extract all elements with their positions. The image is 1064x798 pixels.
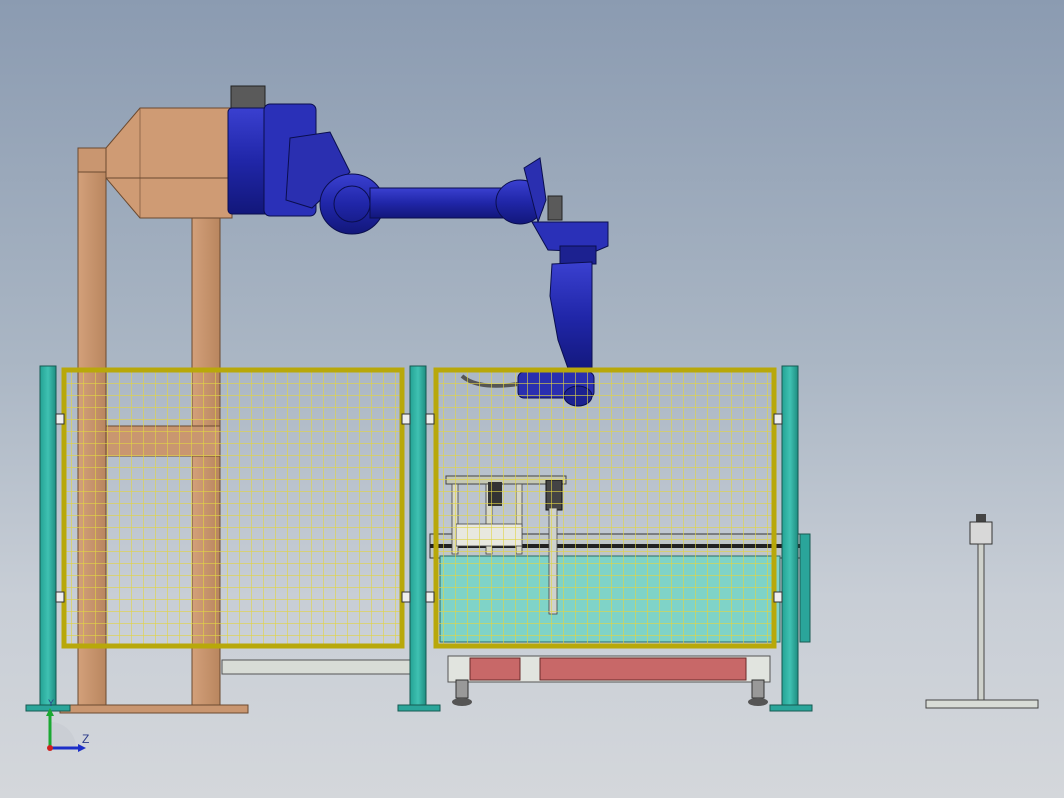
fence-panel-right[interactable] [433, 367, 777, 649]
coordinate-triad: Y Z [36, 698, 96, 760]
robot-arm[interactable] [227, 85, 609, 407]
triad-z-label: Z [82, 732, 90, 746]
robot-upper-arm [369, 187, 511, 219]
conveyor-base[interactable] [221, 655, 771, 706]
pedestal-stand[interactable] [925, 514, 1039, 709]
robot-forearm [549, 261, 593, 375]
fence-panel-left[interactable] [61, 367, 405, 649]
robot-wrist-motor [547, 195, 563, 221]
cad-model-view[interactable] [0, 0, 1064, 798]
triad-y-label: Y [48, 698, 55, 708]
triad-axes [46, 708, 86, 752]
cad-viewport[interactable]: Y Z [0, 0, 1064, 798]
